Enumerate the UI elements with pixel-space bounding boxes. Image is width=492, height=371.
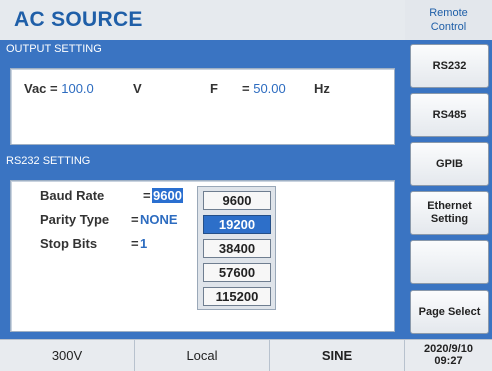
stop-bits-eq: = — [131, 236, 139, 251]
status-date: 2020/9/10 — [424, 343, 473, 355]
baud-rate-value-text: 9600 — [152, 188, 183, 203]
title-bar: AC SOURCE — [0, 0, 405, 40]
baud-rate-eq: = — [143, 188, 151, 203]
parity-type-value[interactable]: NONE — [140, 212, 178, 227]
stop-bits-value[interactable]: 1 — [140, 236, 147, 251]
parity-type-eq: = — [131, 212, 139, 227]
ac-source-screen: AC SOURCE Remote Control OUTPUT SETTING … — [0, 0, 492, 371]
output-setting-box — [10, 68, 395, 145]
vac-readout: Vac = 100.0 — [24, 81, 94, 96]
rs232-button[interactable]: RS232 — [410, 44, 489, 88]
vac-unit: V — [133, 81, 142, 96]
status-datetime: 2020/9/10 09:27 — [405, 339, 492, 371]
status-time: 09:27 — [434, 355, 463, 367]
remote-control-label: Remote Control — [405, 0, 492, 40]
rs485-button[interactable]: RS485 — [410, 93, 489, 137]
baud-rate-label: Baud Rate — [40, 188, 105, 203]
rs232-setting-header: RS232 SETTING — [0, 152, 405, 170]
output-setting-header: OUTPUT SETTING — [0, 40, 405, 58]
status-mode: Local — [135, 339, 270, 371]
rs232-setting-title: RS232 SETTING — [6, 155, 91, 167]
page-title: AC SOURCE — [14, 8, 143, 31]
freq-unit: Hz — [314, 81, 330, 96]
freq-readout: = 50.00 — [242, 81, 286, 96]
ethernet-setting-button[interactable]: Ethernet Setting — [410, 191, 489, 235]
baud-option-115200[interactable]: 115200 — [203, 287, 271, 306]
remote-control-text: Remote Control — [429, 7, 468, 33]
freq-value[interactable]: 50.00 — [253, 81, 286, 96]
freq-label: F — [210, 81, 218, 96]
baud-rate-value[interactable]: 9600 — [152, 188, 183, 203]
parity-type-label: Parity Type — [40, 212, 110, 227]
baud-rate-dropdown: 9600 19200 38400 57600 115200 — [197, 186, 276, 310]
baud-option-57600[interactable]: 57600 — [203, 263, 271, 282]
vac-label: Vac = — [24, 81, 62, 96]
page-select-button[interactable]: Page Select — [410, 290, 489, 334]
status-waveform: SINE — [270, 339, 405, 371]
stop-bits-label: Stop Bits — [40, 236, 98, 251]
baud-option-38400[interactable]: 38400 — [203, 239, 271, 258]
output-setting-title: OUTPUT SETTING — [6, 43, 102, 55]
ethernet-setting-label: Ethernet Setting — [427, 200, 472, 225]
baud-option-9600[interactable]: 9600 — [203, 191, 271, 210]
baud-option-19200[interactable]: 19200 — [203, 215, 271, 234]
vac-value[interactable]: 100.0 — [61, 81, 94, 96]
freq-eq: = — [242, 81, 254, 96]
blank-softkey[interactable] — [410, 240, 489, 284]
status-range: 300V — [0, 339, 135, 371]
gpib-button[interactable]: GPIB — [410, 142, 489, 186]
